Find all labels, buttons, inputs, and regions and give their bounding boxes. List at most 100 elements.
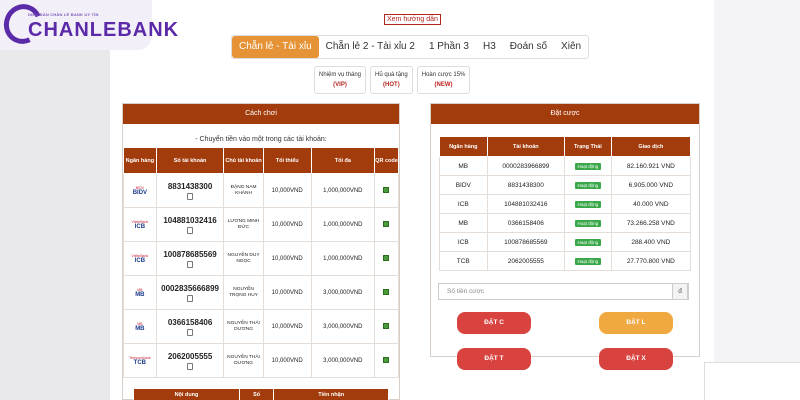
- account-number-text: 100878685569: [163, 249, 217, 259]
- bet-content-table: Nội dung Số Tiền nhận: [133, 388, 389, 400]
- transfer-note: - Chuyển tiền vào một trong các tài khoả…: [195, 136, 327, 143]
- copy-icon[interactable]: [187, 192, 194, 200]
- transaction-amount: 73.266.258 VND: [610, 213, 692, 233]
- table-row: MB MB 0002835666899 NGUYỄN TRỌNG HUY 10,0…: [123, 275, 400, 310]
- max-amount: 1,000,000VND: [310, 173, 375, 208]
- bet-amount-placeholder: Số tiền cược: [447, 288, 485, 295]
- bank-name: ICB: [134, 257, 146, 264]
- copy-icon[interactable]: [187, 226, 194, 234]
- tab-chan-le-tai-xiu[interactable]: Chẵn lẻ - Tài xỉu: [232, 36, 319, 58]
- tab-doan-so[interactable]: Đoán số: [503, 36, 554, 58]
- table-row: ICB 100878685569 Hoạt động 288.400 VND: [439, 232, 692, 252]
- status-badge: Hoạt động: [574, 257, 602, 265]
- bank-name: MB: [439, 213, 488, 233]
- qr-cell: [373, 241, 400, 276]
- place-bet-title: Đặt cược: [431, 104, 699, 124]
- promo-tag: (VIP): [333, 82, 347, 88]
- right-side-panel: [714, 0, 800, 400]
- account-number: 0002835666899: [155, 275, 225, 310]
- account-number-text: 0366158406: [167, 317, 213, 327]
- bank-logo: Techcombank TCB: [123, 343, 157, 378]
- bank-name: MB: [135, 325, 145, 332]
- account-number-text: 0002835666899: [161, 283, 219, 293]
- bank-name: TCB: [133, 359, 147, 366]
- floating-widget[interactable]: [704, 362, 800, 400]
- qr-code-icon[interactable]: [383, 322, 390, 329]
- copy-icon[interactable]: [187, 294, 194, 302]
- promo-gift-jar[interactable]: Hũ quà tặng (HOT): [370, 66, 413, 94]
- min-amount: 10,000VND: [262, 173, 312, 208]
- bet-chan-button[interactable]: ĐẶT C: [457, 312, 531, 334]
- qr-code-icon[interactable]: [383, 220, 390, 227]
- account-number: 104881032416: [486, 194, 566, 214]
- status-badge: Hoạt động: [574, 238, 602, 246]
- col-owner: Chủ tài khoản: [223, 147, 264, 174]
- status-badge: Hoạt động: [574, 219, 602, 227]
- tab-1-phan-3[interactable]: 1 Phần 3: [422, 36, 476, 58]
- col-payout: Tiền nhận: [273, 388, 389, 400]
- bank-logo: MB MB: [123, 275, 157, 310]
- bet-amount-input[interactable]: Số tiền cược đ: [438, 283, 689, 300]
- min-amount: 10,000VND: [262, 275, 312, 310]
- min-amount: 10,000VND: [262, 343, 312, 378]
- copy-icon[interactable]: [187, 328, 194, 336]
- tab-xien[interactable]: Xiên: [554, 36, 588, 58]
- qr-code-icon[interactable]: [383, 254, 390, 261]
- copy-icon[interactable]: [187, 362, 194, 370]
- qr-code-icon[interactable]: [383, 288, 390, 295]
- currency-unit: đ: [672, 283, 688, 300]
- qr-code-icon[interactable]: [383, 186, 390, 193]
- copy-icon[interactable]: [187, 260, 194, 268]
- bet-tai-button[interactable]: ĐẶT T: [457, 348, 531, 370]
- account-number: 100878685569: [486, 232, 566, 252]
- promo-tag: (NEW): [434, 82, 453, 88]
- col-bank: Ngân hàng: [123, 147, 157, 174]
- tab-chan-le-2-tai-xiu-2[interactable]: Chẵn lẻ 2 - Tài xỉu 2: [319, 36, 422, 58]
- transaction-amount: 82.160.921 VND: [610, 156, 692, 176]
- status-badge: Hoạt động: [574, 162, 602, 170]
- bank-logo: BIDV BIDV: [123, 173, 157, 208]
- tab-h3[interactable]: H3: [476, 36, 503, 58]
- bank-name: MB: [439, 156, 488, 176]
- status-cell: Hoạt động: [564, 251, 612, 271]
- table-row: ICB 104881032416 Hoạt động 40.000 VND: [439, 194, 692, 214]
- account-number: 8831438300: [486, 175, 566, 195]
- status-cell: Hoạt động: [564, 175, 612, 195]
- bank-name: BIDV: [132, 189, 148, 196]
- game-tabs: Chẵn lẻ - Tài xỉu Chẵn lẻ 2 - Tài xỉu 2 …: [231, 35, 590, 59]
- bet-le-button[interactable]: ĐẶT L: [599, 312, 673, 334]
- how-to-play-title: Cách chơi: [123, 104, 399, 124]
- status-cell: Hoạt động: [564, 194, 612, 214]
- account-number: 2062005555: [486, 251, 566, 271]
- site-logo[interactable]: DIỄN ĐÀN CHẴN LẺ BANK UY TÍN CHANLEBANK: [0, 0, 178, 50]
- promo-monthly-mission[interactable]: Nhiệm vụ tháng (VIP): [314, 66, 367, 94]
- logo-wordmark: CHANLEBANK: [28, 19, 180, 41]
- account-number-text: 2062005555: [167, 351, 213, 361]
- bank-name: BIDV: [439, 175, 488, 195]
- col-max: Tối đa: [310, 147, 375, 174]
- status-badge: Hoạt động: [574, 200, 602, 208]
- status-cell: Hoạt động: [564, 213, 612, 233]
- max-amount: 3,000,000VND: [310, 275, 375, 310]
- status-badge: Hoạt động: [574, 181, 602, 189]
- bank-name: TCB: [439, 251, 488, 271]
- bank-name: MB: [135, 291, 145, 298]
- bank-name: ICB: [439, 194, 488, 214]
- logo-tagline: DIỄN ĐÀN CHẴN LẺ BANK UY TÍN: [28, 12, 99, 17]
- guide-link[interactable]: Xem hướng dẫn: [384, 14, 441, 25]
- account-number-text: 104881032416: [163, 215, 217, 225]
- col-account: Số tài khoản: [155, 147, 225, 174]
- transaction-amount: 40.000 VND: [610, 194, 692, 214]
- max-amount: 1,000,000VND: [310, 207, 375, 242]
- col-number: Số: [238, 388, 275, 400]
- bet-xiu-button[interactable]: ĐẶT X: [599, 348, 673, 370]
- qr-code-icon[interactable]: [383, 356, 390, 363]
- bank-name: ICB: [439, 232, 488, 252]
- qr-cell: [373, 343, 400, 378]
- qr-cell: [373, 275, 400, 310]
- bet-accounts-table: Ngân hàng Tài khoản Trạng Thái Giao dịch…: [439, 136, 692, 271]
- table-row: VietinBank ICB 104881032416 LƯƠNG MINH ĐỨ…: [123, 207, 400, 242]
- table-row: BIDV 8831438300 Hoạt động 6.905.000 VND: [439, 175, 692, 195]
- bank-logo: VietinBank ICB: [123, 241, 157, 276]
- promo-cashback[interactable]: Hoàn cược 15% (NEW): [416, 66, 471, 94]
